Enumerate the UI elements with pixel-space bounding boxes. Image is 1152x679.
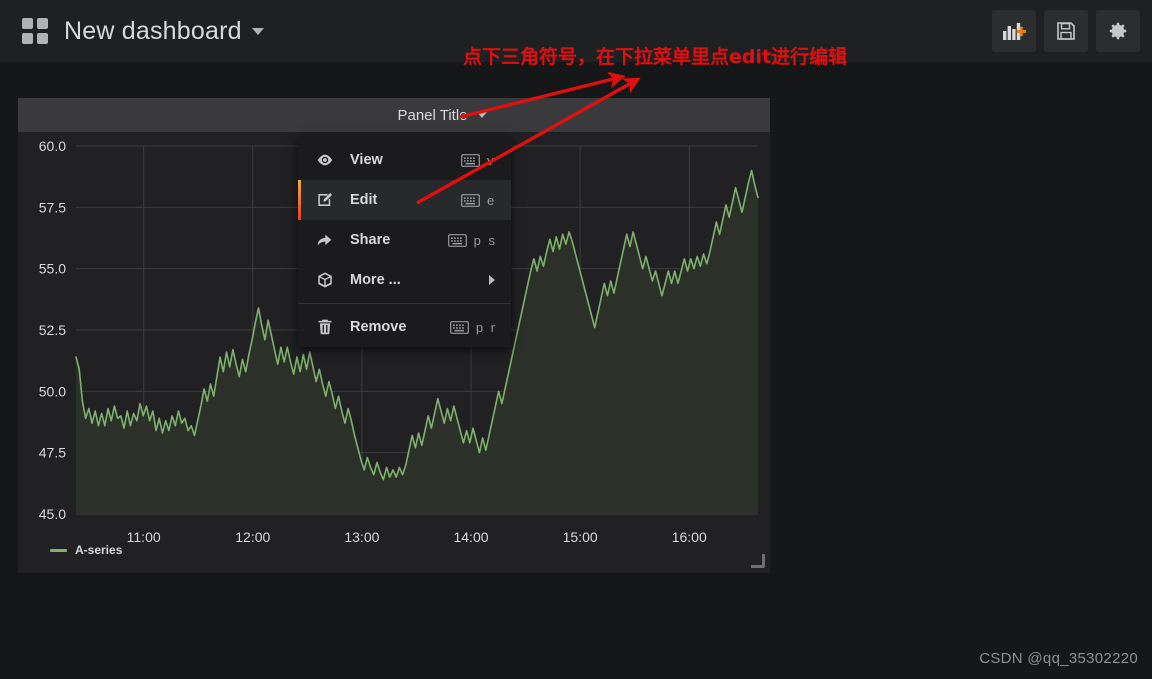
legend-color-swatch (50, 548, 67, 552)
x-axis-tick-label: 12:00 (235, 529, 270, 545)
bar-chart-plus-icon (1003, 23, 1026, 40)
menu-item-more[interactable]: More ... (298, 260, 511, 300)
y-axis-tick-label: 50.0 (39, 383, 66, 399)
eye-icon (316, 151, 338, 169)
share-arrow-icon (316, 231, 338, 249)
shortcut-keys: p s (473, 232, 497, 248)
menu-item-shortcut: v (461, 153, 497, 168)
keyboard-icon (449, 320, 469, 334)
y-axis-tick-label: 45.0 (39, 506, 66, 522)
panel-title-menu-trigger[interactable]: Panel Title (397, 106, 487, 124)
cube-icon (316, 271, 338, 289)
menu-item-label: Remove (350, 319, 407, 335)
floppy-disk-icon (1057, 22, 1075, 40)
add-panel-button[interactable] (992, 10, 1036, 52)
menu-item-shortcut: e (461, 193, 497, 208)
dashboard-title[interactable]: New dashboard (64, 17, 242, 46)
panel-title: Panel Title (397, 106, 468, 124)
shortcut-keys: p r (475, 319, 497, 335)
keyboard-icon (461, 193, 480, 207)
dashboard-settings-button[interactable] (1096, 10, 1140, 52)
menu-item-label: Edit (350, 192, 378, 208)
x-axis-tick-label: 16:00 (672, 529, 707, 545)
save-dashboard-button[interactable] (1044, 10, 1088, 52)
y-axis-tick-label: 47.5 (39, 445, 66, 461)
y-axis-tick-label: 52.5 (39, 322, 66, 338)
chevron-down-icon[interactable] (476, 112, 487, 118)
x-axis-tick-label: 11:00 (127, 529, 161, 545)
keyboard-icon (447, 233, 467, 247)
trash-icon (318, 319, 332, 335)
panel-header: Panel Title (18, 98, 770, 132)
y-axis-tick-label: 55.0 (39, 261, 66, 277)
shortcut-keys: v (487, 152, 496, 168)
menu-item-share[interactable]: Share p s (298, 220, 511, 260)
keyboard-icon (461, 153, 480, 167)
menu-item-view[interactable]: View v (298, 140, 511, 180)
cube-icon (318, 272, 332, 288)
y-axis-tick-label: 60.0 (39, 138, 66, 154)
share-arrow-icon (317, 234, 332, 246)
navbar-buttons (992, 10, 1140, 52)
x-axis-tick-label: 14:00 (453, 529, 488, 545)
menu-item-label: More ... (350, 272, 401, 288)
y-axis-tick-label: 57.5 (39, 199, 66, 215)
pencil-square-icon (316, 191, 338, 209)
trash-icon (316, 318, 338, 336)
annotation-text: 点下三角符号，在下拉菜单里点edit进行编辑 (463, 46, 848, 68)
menu-item-edit[interactable]: Edit e (298, 180, 511, 220)
eye-icon (317, 154, 333, 166)
pencil-square-icon (318, 192, 333, 206)
menu-separator (298, 303, 511, 304)
chevron-down-icon[interactable] (251, 27, 264, 35)
x-axis-tick-label: 13:00 (344, 529, 379, 545)
watermark: CSDN @qq_35302220 (979, 650, 1138, 667)
chart-legend: A-series (50, 543, 122, 557)
gear-icon (1109, 22, 1127, 40)
shortcut-keys: e (487, 192, 497, 208)
x-axis-tick-label: 15:00 (563, 529, 598, 545)
menu-item-shortcut: p s (447, 232, 497, 248)
panel-resize-handle[interactable] (751, 554, 765, 568)
menu-item-label: View (350, 152, 383, 168)
chevron-right-icon (489, 275, 495, 285)
menu-item-remove[interactable]: Remove p r (298, 307, 511, 347)
menu-item-shortcut: p r (449, 319, 497, 335)
dashboard-grid-icon (22, 18, 48, 44)
menu-item-label: Share (350, 232, 391, 248)
legend-series-label[interactable]: A-series (75, 543, 122, 557)
panel-context-menu: View v Edit e Share p s More ... Remove p r (298, 136, 511, 347)
